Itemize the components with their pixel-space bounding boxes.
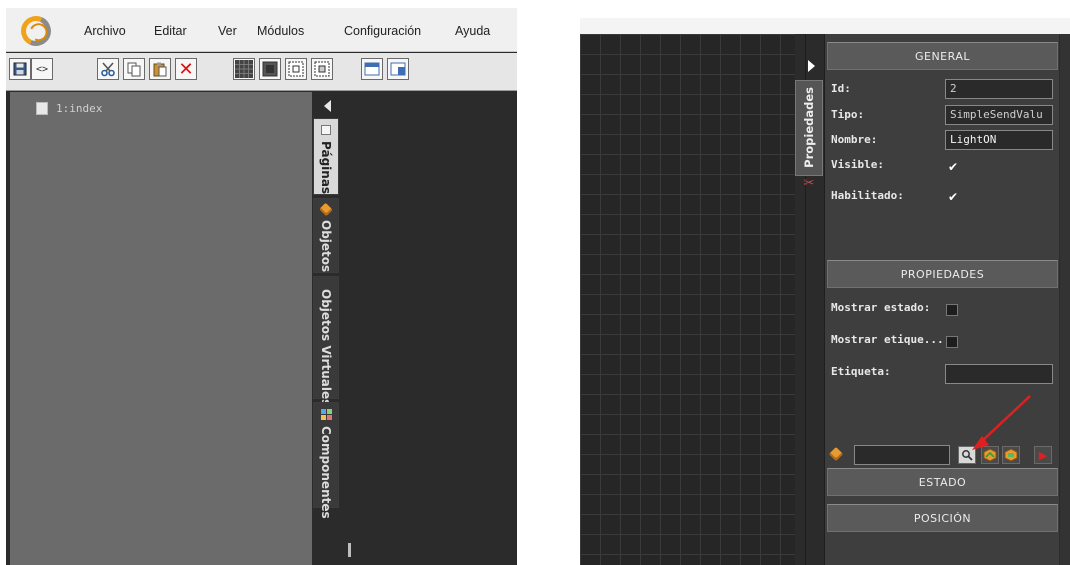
tab-label: Páginas — [319, 140, 333, 194]
object-field[interactable] — [854, 445, 950, 465]
tab-propiedades[interactable]: Propiedades ✂ — [795, 80, 823, 191]
label-field[interactable] — [945, 364, 1053, 384]
id-field[interactable]: 2 — [945, 79, 1053, 99]
cube-icon — [322, 279, 330, 287]
properties-panel: GENERAL Id: 2 Tipo: SimpleSendValu Nombr… — [824, 34, 1059, 565]
object-add-icon[interactable] — [981, 446, 999, 464]
section-estado[interactable]: ESTADO — [827, 468, 1058, 496]
object-link-icon[interactable] — [1002, 446, 1020, 464]
tab-paginas[interactable]: Páginas — [313, 118, 339, 195]
window-icon-1[interactable] — [361, 58, 383, 80]
grid-icon[interactable] — [233, 58, 255, 80]
enabled-checkbox[interactable]: ✔ — [948, 191, 960, 203]
expand-arrow-icon[interactable] — [808, 60, 815, 72]
page-icon — [36, 102, 48, 115]
section-general[interactable]: GENERAL — [827, 42, 1058, 70]
code-icon[interactable]: <> — [31, 58, 53, 80]
menu-editar[interactable]: Editar — [154, 24, 187, 38]
name-field[interactable]: LightON — [945, 130, 1053, 150]
collapse-arrow-icon[interactable] — [324, 100, 331, 112]
border-icon-1[interactable] — [285, 58, 307, 80]
pages-panel: 1:index — [10, 92, 312, 565]
menu-ver[interactable]: Ver — [218, 24, 237, 38]
show-label-checkbox[interactable] — [946, 336, 958, 348]
tab-componentes[interactable]: Componentes — [313, 402, 339, 519]
enabled-label: Habilitado: — [831, 189, 904, 202]
page-list-item[interactable]: 1:index — [36, 102, 102, 115]
tab-label: Componentes — [319, 426, 333, 519]
tab-label: Propiedades — [802, 87, 816, 168]
scrollbar[interactable] — [1060, 34, 1070, 565]
visible-label: Visible: — [831, 158, 884, 171]
components-icon — [320, 409, 332, 420]
menu-ayuda[interactable]: Ayuda — [455, 24, 490, 38]
show-state-label: Mostrar estado: — [831, 301, 931, 314]
cube-icon — [828, 446, 844, 462]
tab-objetos-virtuales[interactable]: Objetos Virtuales — [313, 276, 339, 406]
page-label: 1:index — [56, 102, 103, 115]
label-field-label: Etiqueta: — [831, 365, 891, 378]
app-logo-icon — [16, 11, 56, 51]
id-label: Id: — [831, 82, 851, 95]
splitter-handle[interactable] — [348, 543, 351, 557]
remove-icon[interactable]: ▶ — [1034, 446, 1052, 464]
page-icon — [321, 125, 331, 135]
window-icon-2[interactable] — [387, 58, 409, 80]
cube-icon — [319, 202, 333, 217]
tab-label: Objetos — [319, 219, 333, 272]
fill-icon[interactable] — [259, 58, 281, 80]
show-state-checkbox[interactable] — [946, 304, 958, 316]
delete-icon[interactable]: ✕ — [175, 58, 197, 80]
menu-configuracion[interactable]: Configuración — [344, 24, 421, 38]
menu-archivo[interactable]: Archivo — [84, 24, 126, 38]
tab-label: Objetos Virtuales — [319, 289, 333, 407]
show-label-label: Mostrar etique... — [831, 333, 944, 346]
window-top-strip — [580, 18, 1070, 34]
name-label: Nombre: — [831, 133, 878, 146]
menu-bar: Archivo Editar Ver Módulos Configuración… — [6, 8, 517, 52]
right-editor-window: Propiedades ✂ GENERAL Id: 2 Tipo: Simple… — [580, 18, 1070, 565]
left-editor-window: Archivo Editar Ver Módulos Configuración… — [6, 8, 517, 565]
section-posicion[interactable]: POSICIÓN — [827, 504, 1058, 532]
visible-checkbox[interactable]: ✔ — [948, 161, 960, 173]
search-icon[interactable] — [958, 446, 976, 464]
design-canvas[interactable] — [580, 34, 795, 565]
copy-icon[interactable] — [123, 58, 145, 80]
paste-icon[interactable] — [149, 58, 171, 80]
menu-modulos[interactable]: Módulos — [257, 24, 304, 38]
save-icon[interactable] — [9, 58, 31, 80]
image-gap — [517, 0, 580, 565]
type-field[interactable]: SimpleSendValu — [945, 105, 1053, 125]
tools-icon: ✂ — [803, 175, 815, 191]
type-label: Tipo: — [831, 108, 865, 121]
cut-icon[interactable] — [97, 58, 119, 80]
toolbar: <> ✕ — [6, 53, 517, 91]
section-propiedades[interactable]: PROPIEDADES — [827, 260, 1058, 288]
border-icon-2[interactable] — [311, 58, 333, 80]
tab-objetos[interactable]: Objetos — [313, 198, 339, 273]
